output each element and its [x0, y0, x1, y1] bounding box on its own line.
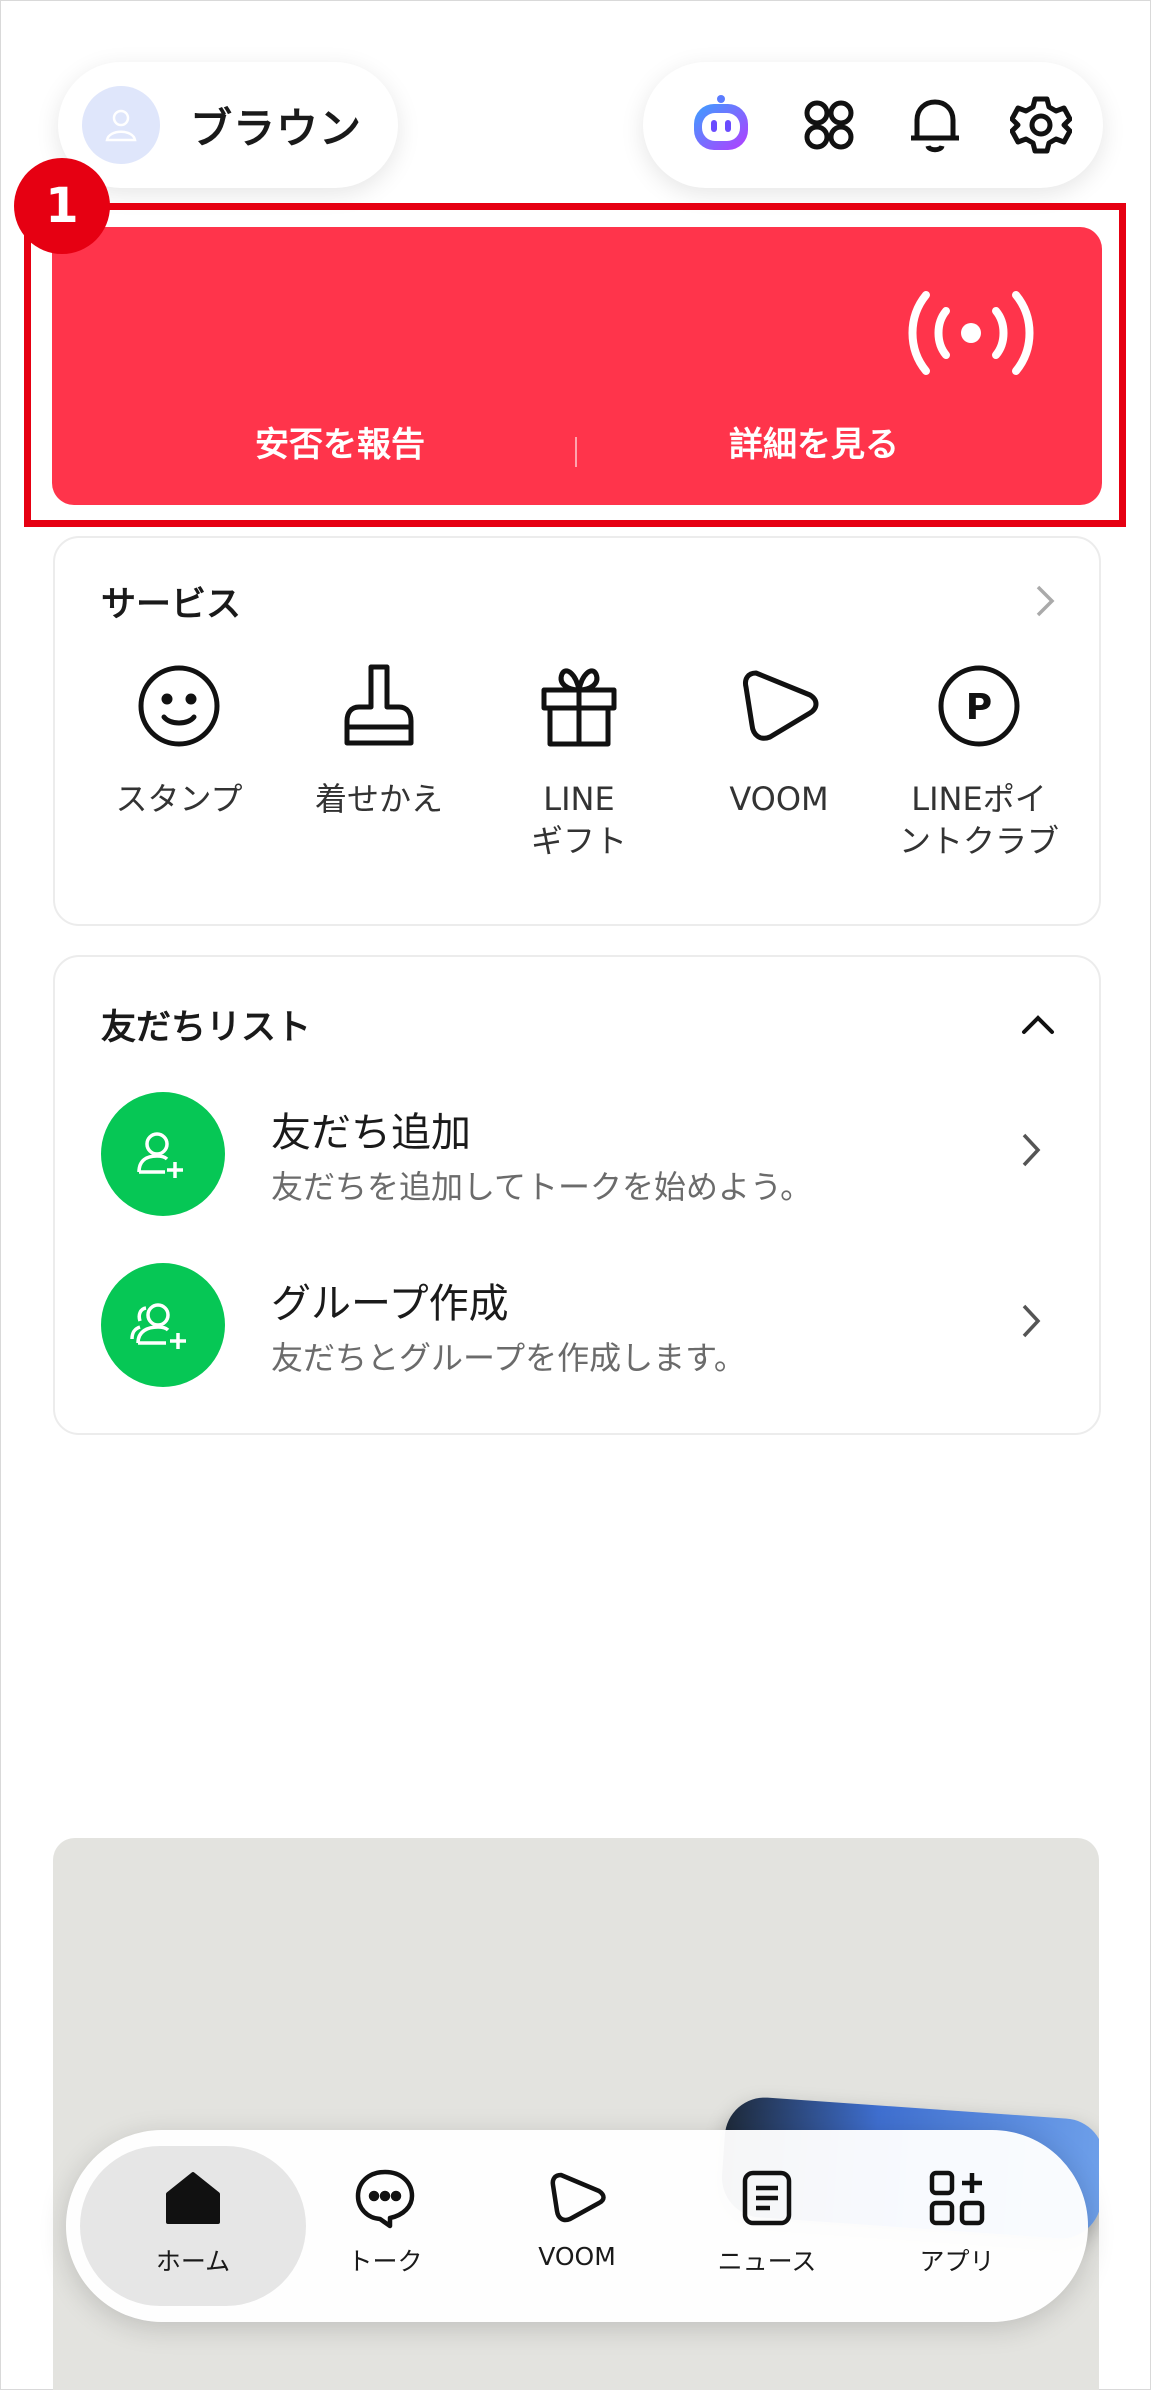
view-details-button[interactable]: 詳細を見る — [664, 417, 964, 466]
service-label: スタンプ — [115, 780, 243, 818]
nav-label: トーク — [347, 2247, 423, 2276]
nav-tab-talk[interactable]: トーク — [290, 2164, 480, 2278]
add-friend-icon — [101, 1092, 225, 1216]
settings-gear-icon[interactable] — [1005, 89, 1077, 161]
nav-tab-home[interactable]: ホーム — [98, 2164, 288, 2278]
home-icon — [98, 2164, 288, 2232]
services-title: サービス — [101, 585, 242, 625]
voom-play-icon — [731, 658, 827, 754]
apps-icon — [862, 2164, 1052, 2232]
friends-list-title: 友だちリスト — [101, 1008, 312, 1048]
service-item-voom[interactable]: VOOM — [679, 658, 879, 820]
nav-tab-voom[interactable]: VOOM — [482, 2164, 672, 2271]
friend-row-title: 友だち追加 — [271, 1110, 471, 1156]
chevron-up-icon[interactable] — [1021, 1015, 1055, 1035]
report-safety-button[interactable]: 安否を報告 — [190, 417, 490, 466]
bottom-navigation: ホーム トーク VOOM ニュース アプリ — [66, 2130, 1088, 2322]
broadcast-icon — [908, 291, 1034, 375]
service-label: LINE ギフト — [530, 780, 627, 860]
news-icon — [672, 2164, 862, 2232]
chat-bubble-icon — [290, 2164, 480, 2232]
nav-tab-apps[interactable]: アプリ — [862, 2164, 1052, 2278]
avatar — [82, 86, 160, 164]
nav-label: ホーム — [155, 2247, 231, 2276]
notification-bell-icon[interactable] — [899, 89, 971, 161]
step-badge: 1 — [14, 158, 110, 254]
safety-check-banner[interactable]: 安否を報告 詳細を見る — [52, 227, 1102, 505]
service-label: 着せかえ — [314, 780, 443, 818]
points-p-icon: P — [931, 658, 1027, 754]
person-icon — [105, 109, 137, 142]
nav-label: VOOM — [538, 2242, 616, 2271]
nav-tab-news[interactable]: ニュース — [672, 2164, 862, 2278]
nav-label: アプリ — [919, 2247, 995, 2276]
profile-button[interactable]: ブラウン — [58, 62, 398, 188]
paint-brush-icon — [331, 658, 427, 754]
svg-text:P: P — [966, 687, 992, 728]
service-item-theme[interactable]: 着せかえ — [279, 658, 479, 820]
friends-list-card: 友だちリスト 友だち追加 友だちを追加してトークを始めよう。 グループ作成 友だ… — [53, 955, 1101, 1435]
gift-icon — [531, 658, 627, 754]
chevron-right-icon — [1022, 1133, 1041, 1167]
nav-label: ニュース — [717, 2247, 817, 2276]
create-group-row[interactable]: グループ作成 友だちとグループを作成します。 — [101, 1263, 1061, 1387]
chevron-right-icon — [1022, 1304, 1041, 1338]
add-friend-row[interactable]: 友だち追加 友だちを追加してトークを始めよう。 — [101, 1092, 1061, 1216]
services-grid-icon[interactable] — [793, 89, 865, 161]
ai-assistant-icon[interactable] — [685, 89, 757, 161]
voom-icon — [482, 2164, 672, 2232]
friend-row-subtitle: 友だちとグループを作成します。 — [271, 1339, 746, 1377]
service-item-points[interactable]: P LINEポイ ントクラブ — [879, 658, 1079, 862]
chevron-right-icon[interactable] — [1035, 584, 1055, 618]
profile-name: ブラウン — [190, 103, 363, 153]
smiley-icon — [131, 658, 227, 754]
header-actions — [643, 62, 1103, 188]
service-label: VOOM — [729, 780, 829, 818]
service-item-gift[interactable]: LINE ギフト — [479, 658, 679, 862]
banner-divider — [575, 437, 577, 467]
service-item-stamp[interactable]: スタンプ — [79, 658, 279, 820]
service-label: LINEポイ ントクラブ — [898, 780, 1059, 860]
friend-row-title: グループ作成 — [271, 1281, 509, 1327]
services-card: サービス スタンプ 着せかえ LINE ギフト VOOM P LINEポイ ント… — [53, 536, 1101, 926]
friend-row-subtitle: 友だちを追加してトークを始めよう。 — [271, 1168, 813, 1206]
create-group-icon — [101, 1263, 225, 1387]
